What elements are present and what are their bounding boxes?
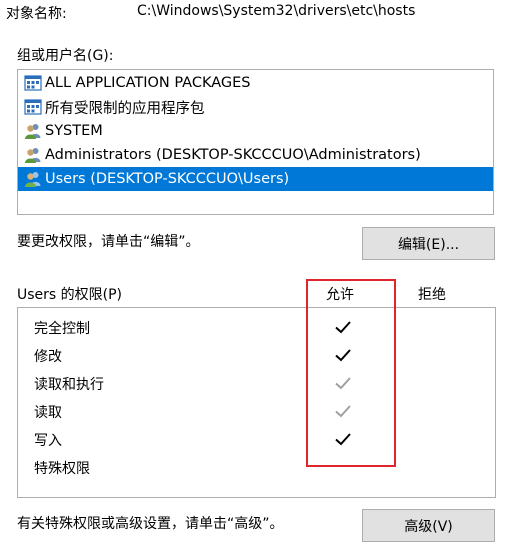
permission-name: 完全控制 [34, 321, 90, 337]
edit-button[interactable]: 编辑(E)... [362, 227, 495, 260]
group-item-system[interactable]: SYSTEM [18, 119, 493, 143]
users-icon [25, 124, 41, 139]
group-item-label: 所有受限制的应用程序包 [45, 100, 205, 117]
users-icon [25, 172, 41, 187]
permission-name: 读取 [34, 405, 62, 421]
permission-name: 写入 [34, 433, 62, 449]
package-group-icon [24, 75, 42, 91]
permission-name: 读取和执行 [34, 377, 104, 393]
advanced-settings-note: 有关特殊权限或高级设置，请单击“高级”。 [17, 516, 284, 532]
group-item-users[interactable]: Users (DESKTOP-SKCCCUO\Users) [18, 167, 493, 191]
users-icon [25, 148, 41, 163]
deny-column-header: 拒绝 [418, 287, 446, 303]
group-item-restricted-app-packages[interactable]: 所有受限制的应用程序包 [18, 95, 493, 119]
group-item-label: Administrators (DESKTOP-SKCCCUO\Administ… [45, 147, 421, 163]
permission-name: 特殊权限 [34, 461, 90, 477]
object-name-value: C:\Windows\System32\drivers\etc\hosts [137, 3, 416, 19]
change-permissions-note: 要更改权限，请单击“编辑”。 [17, 234, 200, 250]
group-item-label: SYSTEM [45, 123, 103, 139]
package-group-icon [24, 99, 42, 115]
group-item-label: Users (DESKTOP-SKCCCUO\Users) [45, 171, 290, 187]
allow-column-highlight [306, 279, 396, 467]
group-list-label: 组或用户名(G): [17, 48, 114, 64]
group-item-label: ALL APPLICATION PACKAGES [45, 75, 251, 91]
permissions-header: Users 的权限(P) [17, 287, 123, 303]
permissions-list: 完全控制 修改 读取和执行 读取 写入 特殊权限 [17, 307, 496, 498]
object-name-label: 对象名称: [6, 6, 67, 22]
group-item-administrators[interactable]: Administrators (DESKTOP-SKCCCUO\Administ… [18, 143, 493, 167]
permission-name: 修改 [34, 349, 62, 365]
group-user-list[interactable]: ALL APPLICATION PACKAGES 所有受限制的应用程序包 SYS… [17, 69, 494, 215]
advanced-button[interactable]: 高级(V) [362, 509, 495, 542]
group-item-all-application-packages[interactable]: ALL APPLICATION PACKAGES [18, 71, 493, 95]
